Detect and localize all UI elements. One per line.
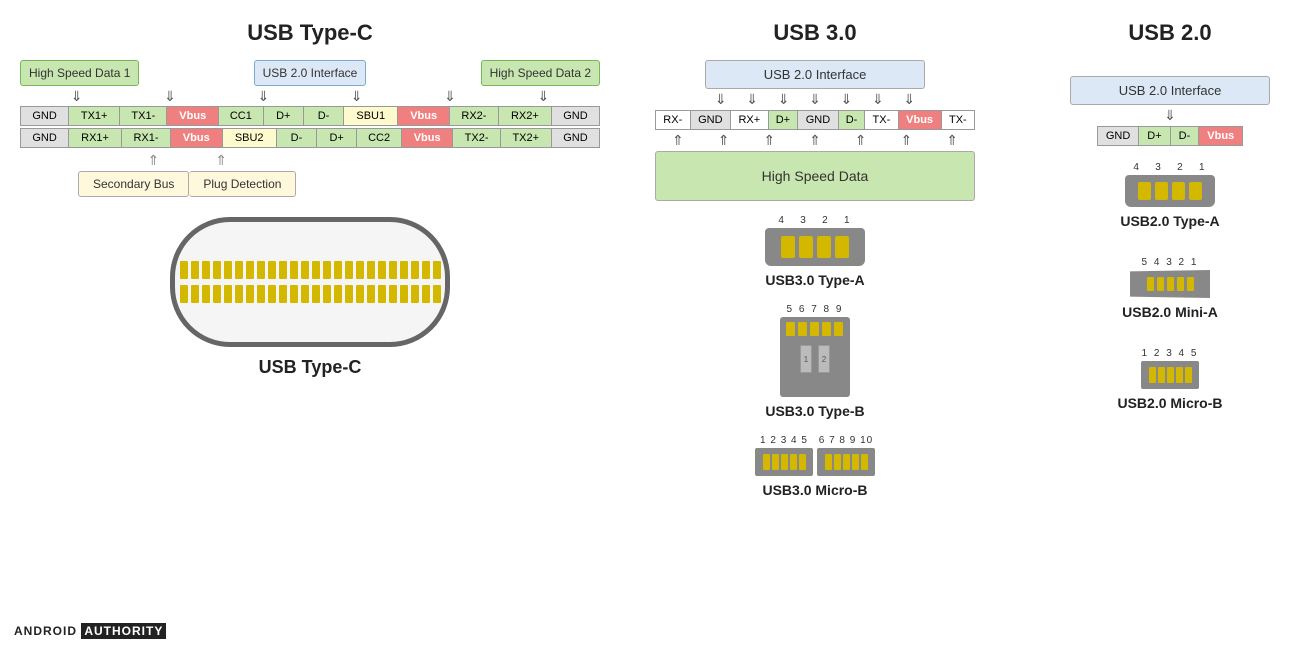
usb20-micro-b: 1 2 3 4 5 USB2.0 Micro-B [1117, 348, 1222, 411]
usb30-type-b-connector: 1 2 [780, 317, 850, 397]
usb30-type-b-numbers: 5 6 7 8 9 [787, 304, 844, 315]
usb30-interface-box: USB 2.0 Interface [705, 60, 925, 89]
usb30-pins: RX-GNDRX+D+GNDD-TX-VbusTX- [655, 110, 975, 130]
usbc-title: USB Type-C [20, 20, 600, 46]
usb30-hs-data: High Speed Data [655, 151, 975, 201]
usb20-mini-a-connector [1130, 270, 1210, 298]
usb20-section: USB 2.0 USB 2.0 Interface ⇓ GNDD+D-Vbus … [1010, 10, 1304, 640]
usb20-type-a: 4 3 2 1 USB2.0 Type-A [1120, 162, 1219, 229]
usb30-type-a: 4 3 2 1 USB3.0 Type-A [765, 215, 865, 288]
high-speed-1-label: High Speed Data 1 [20, 60, 139, 86]
usb20-interface-box: USB 2.0 Interface [1070, 76, 1270, 105]
usb30-micro-b-left [755, 448, 813, 476]
watermark-authority: AUTHORITY [81, 623, 166, 639]
usb20-type-a-label: USB2.0 Type-A [1120, 213, 1219, 229]
secondary-bus-label: Secondary Bus [78, 171, 189, 197]
usb30-title: USB 3.0 [640, 20, 990, 46]
usb20-interface-label: USB 2.0 Interface [254, 60, 367, 86]
usb20-mini-a-label: USB2.0 Mini-A [1122, 304, 1218, 320]
usb30-type-b-label: USB3.0 Type-B [765, 403, 864, 419]
usb30-section: USB 3.0 USB 2.0 Interface ⇓ ⇓ ⇓ ⇓ ⇓ ⇓ ⇓ … [620, 10, 1000, 640]
usbc-pin-row2: GNDRX1+RX1-VbusSBU2D-D+CC2VbusTX2-TX2+GN… [20, 128, 600, 148]
usb30-micro-b-right [817, 448, 875, 476]
usbc-connector-area: USB Type-C [20, 217, 600, 378]
usb30-type-b: 5 6 7 8 9 1 2 USB3.0 Type-B [765, 304, 864, 419]
watermark-android: ANDROID [14, 624, 81, 638]
watermark: ANDROID AUTHORITY [14, 624, 166, 638]
usbc-pin-row1: GNDTX1+TX1-VbusCC1D+D-SBU1VbusRX2-RX2+GN… [20, 106, 600, 126]
usb30-micro-b-label: USB3.0 Micro-B [762, 482, 867, 498]
usbc-connector [170, 217, 450, 347]
usb20-pins: GNDD+D-Vbus [1097, 126, 1243, 146]
plug-detection-label: Plug Detection [189, 171, 296, 197]
usb20-title: USB 2.0 [1020, 20, 1304, 46]
usb30-type-a-label: USB3.0 Type-A [765, 272, 864, 288]
usb30-type-a-numbers: 4 3 2 1 [778, 215, 851, 226]
usb20-micro-b-label: USB2.0 Micro-B [1117, 395, 1222, 411]
usbc-connector-label: USB Type-C [259, 357, 362, 378]
high-speed-2-label: High Speed Data 2 [481, 60, 600, 86]
usb20-micro-b-connector [1141, 361, 1199, 389]
usbc-section: USB Type-C High Speed Data 1 USB 2.0 Int… [10, 10, 610, 640]
usb20-mini-a: 5 4 3 2 1 USB2.0 Mini-A [1122, 257, 1218, 320]
usb30-type-a-connector [765, 228, 865, 266]
usb30-micro-b: 1 2 3 4 5 6 7 8 9 10 USB3.0 Micro-B [755, 435, 875, 498]
usb20-type-a-connector [1125, 175, 1215, 207]
